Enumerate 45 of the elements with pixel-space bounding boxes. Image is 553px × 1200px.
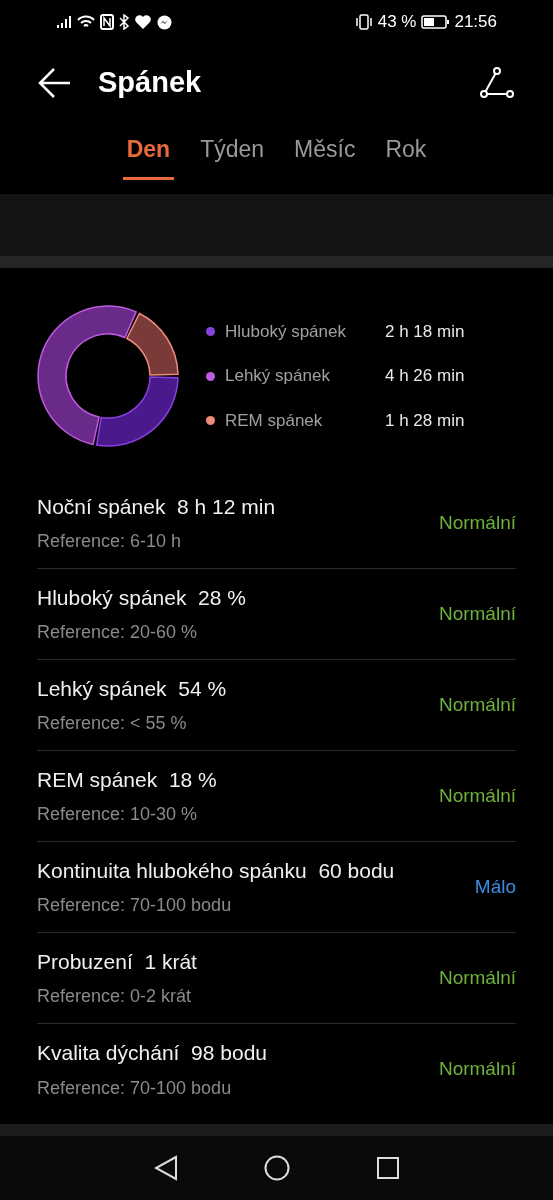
legend-value: 4 h 26 min <box>385 365 465 388</box>
home-nav-button[interactable] <box>263 1155 290 1181</box>
metric-reference: Reference: 0-2 krát <box>37 985 193 1009</box>
legend-value: 2 h 18 min <box>385 320 465 343</box>
nfc-icon <box>100 14 114 30</box>
metric-title: Probuzení 1 krát <box>37 948 197 975</box>
back-nav-button[interactable] <box>153 1155 178 1181</box>
metric-reference: Reference: 70-100 bodu <box>37 1076 233 1100</box>
metric-reference: Reference: 10-30 % <box>37 803 199 827</box>
vibrate-icon <box>354 14 373 30</box>
wifi-icon <box>77 15 95 29</box>
period-tab[interactable]: Rok <box>381 132 431 180</box>
period-tab[interactable]: Den <box>122 132 175 180</box>
metric-status: Normální <box>438 965 516 990</box>
metric-title: Kvalita dýchání 98 bodu <box>37 1040 267 1067</box>
metric-title: Hluboký spánek 28 % <box>37 584 246 611</box>
legend-value: 1 h 28 min <box>385 409 465 432</box>
metric-reference: Reference: 70-100 bodu <box>37 894 233 918</box>
metric-status: Normální <box>438 510 516 535</box>
period-tab[interactable]: Měsíc <box>290 132 360 180</box>
metric-title: Noční spánek 8 h 12 min <box>37 493 276 520</box>
legend-label: REM spánek <box>225 409 324 432</box>
metric-status: Normální <box>438 692 516 717</box>
heart-icon <box>134 14 152 30</box>
signal-icon <box>56 15 72 29</box>
battery-icon <box>421 15 450 29</box>
period-tab[interactable]: Týden <box>196 132 269 180</box>
metric-reference: Reference: 6-10 h <box>37 530 183 554</box>
metric-status: Normální <box>438 601 516 626</box>
metric-reference: Reference: < 55 % <box>37 712 188 736</box>
metric-title: Lehký spánek 54 % <box>37 675 227 702</box>
metric-status: Málo <box>474 874 516 899</box>
recents-nav-button[interactable] <box>375 1156 400 1180</box>
legend-label: Hluboký spánek <box>225 320 347 343</box>
metric-status: Normální <box>438 1057 516 1082</box>
metric-title: REM spánek 18 % <box>37 766 217 793</box>
metric-reference: Reference: 20-60 % <box>37 621 199 645</box>
share-button[interactable] <box>479 65 515 101</box>
metric-status: Normální <box>438 783 516 808</box>
bluetooth-icon <box>119 14 129 30</box>
legend-label: Lehký spánek <box>225 365 331 388</box>
metric-title: Kontinuita hlubokého spánku 60 bodu <box>37 857 395 884</box>
clock-time: 21:56 <box>454 11 497 34</box>
page-title: Spánek <box>98 65 202 101</box>
battery-percent: 43 % <box>377 11 417 34</box>
